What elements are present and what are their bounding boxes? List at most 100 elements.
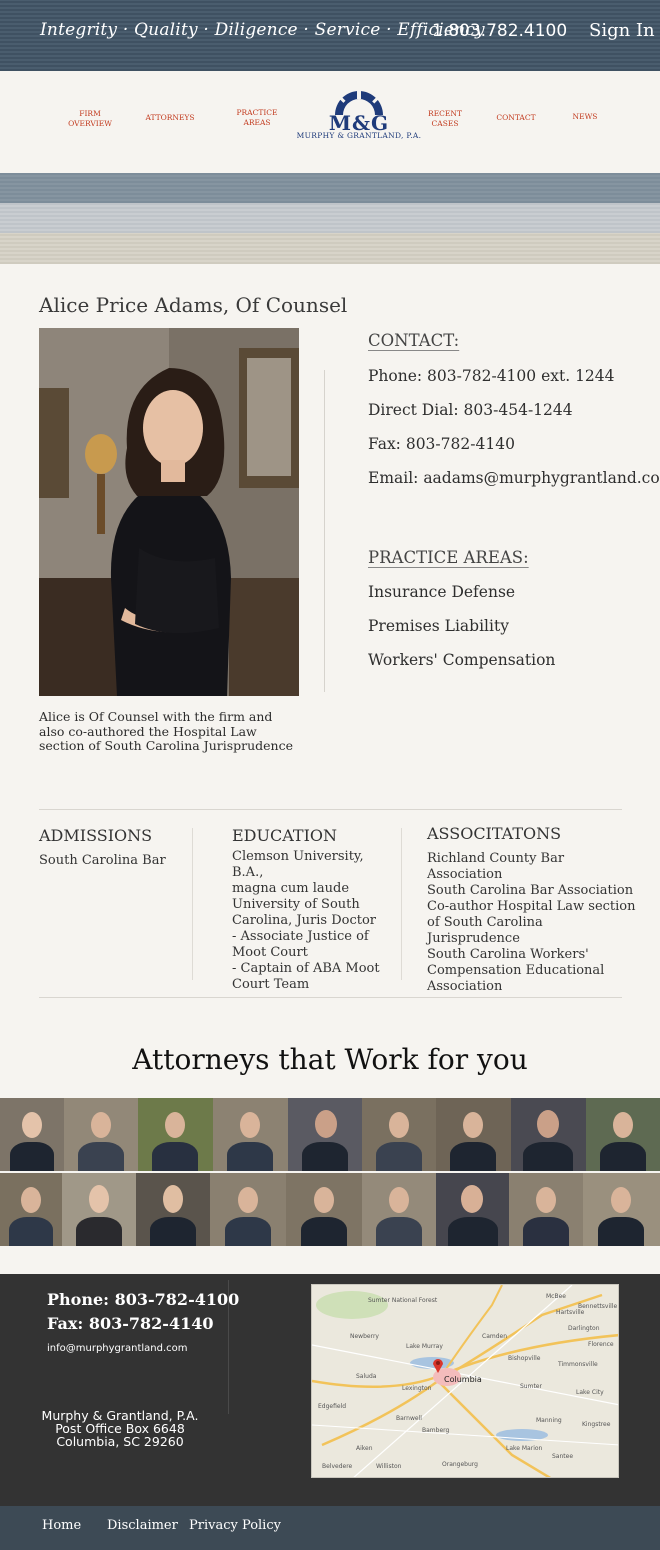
map-label: Timmonsville (558, 1361, 598, 1368)
attorney-thumbnail[interactable] (436, 1173, 509, 1246)
map-label: Barnwell (396, 1415, 422, 1422)
map-label: Kingstree (582, 1421, 611, 1428)
footer-disclaimer-link[interactable]: Disclaimer (107, 1518, 178, 1533)
attorney-thumbnail[interactable] (136, 1173, 210, 1246)
column-divider (192, 828, 193, 980)
footer-email-link[interactable]: info@murphygrantland.com (47, 1343, 188, 1354)
education-body: Clemson University, B.A., magna cum laud… (232, 849, 392, 993)
nav-news[interactable]: NEWS (555, 112, 615, 122)
map-label: Darlington (568, 1325, 600, 1332)
slogan: Integrity · Quality · Diligence · Servic… (40, 20, 485, 40)
map-label: Orangeburg (442, 1461, 478, 1468)
logo-firm-name: MURPHY & GRANTLAND, P.A. (296, 131, 422, 140)
nav-practice-areas-line2: AREAS (243, 118, 271, 127)
map-label: Sumter National Forest (368, 1297, 438, 1304)
contact-heading: CONTACT: (368, 331, 460, 350)
header-phone: 1.803.782.4100 (432, 21, 568, 41)
practice-areas-heading: PRACTICE AREAS: (368, 548, 529, 567)
map-label: Santee (552, 1453, 574, 1460)
associations-heading: ASSOCITATONS (427, 824, 562, 843)
attorney-name-title: Alice Price Adams, Of Counsel (39, 293, 348, 317)
attorney-bio: Alice is Of Counsel with the firm and al… (39, 709, 294, 753)
attorney-thumbnail[interactable] (0, 1173, 62, 1246)
credentials-top-rule (39, 809, 622, 810)
nav-recent-cases[interactable]: RECENT CASES (415, 109, 475, 129)
attorney-thumbnail[interactable] (511, 1098, 586, 1171)
banner-band-top (0, 173, 660, 203)
map-label: Florence (588, 1341, 614, 1348)
footer-home-link[interactable]: Home (42, 1518, 81, 1533)
nav-contact[interactable]: CONTACT (486, 113, 546, 123)
attorney-thumbnail[interactable] (586, 1098, 660, 1171)
map-label: Belvedere (322, 1463, 353, 1470)
attorney-portrait-image (39, 328, 299, 696)
attorney-thumbnail[interactable] (362, 1173, 436, 1246)
admissions-heading: ADMISSIONS (39, 826, 153, 845)
map-label: Hartsville (556, 1309, 585, 1316)
address-line: Columbia, SC 29260 (56, 1434, 184, 1449)
nav-practice-areas[interactable]: PRACTICE AREAS (227, 108, 287, 128)
association-line: South Carolina Bar Association (427, 883, 634, 898)
map-label: Lake City (576, 1389, 604, 1396)
attorney-thumbnail[interactable] (0, 1098, 64, 1171)
association-line: South Carolina Workers' (427, 947, 589, 962)
header-banner (0, 173, 660, 264)
contact-direct-dial: Direct Dial: 803-454-1244 (368, 401, 573, 419)
education-line: magna cum laude (232, 881, 350, 896)
footer-fax: Fax: 803-782-4140 (47, 1314, 214, 1333)
contact-phone: Phone: 803-782-4100 ext. 1244 (368, 367, 615, 385)
map-label: Bamberg (422, 1427, 450, 1434)
banner-band-bottom (0, 233, 660, 264)
profile-divider (324, 370, 325, 692)
nav-recent-cases-line1: RECENT (428, 109, 462, 118)
education-line: Clemson University, B.A., (232, 849, 364, 880)
education-line: Carolina, Juris Doctor (232, 913, 376, 928)
attorney-thumbnail[interactable] (210, 1173, 286, 1246)
education-line: Moot Court (232, 945, 308, 960)
association-line: Richland County Bar Association (427, 851, 565, 882)
main-nav: FIRM OVERVIEW ATTORNEYS PRACTICE AREAS M… (0, 71, 660, 173)
sign-in-link[interactable]: Sign In (589, 20, 655, 41)
map-label: Sumter (520, 1383, 542, 1390)
attorney-photo (39, 328, 299, 696)
contact-email[interactable]: Email: aadams@murphygrantland.com (368, 469, 660, 487)
association-line: Co-author Hospital Law section (427, 899, 636, 914)
education-line: University of South (232, 897, 360, 912)
nav-firm-overview-line1: FIRM (79, 109, 101, 118)
association-line: Compensation Educational (427, 963, 605, 978)
attorney-thumbnail[interactable] (362, 1098, 436, 1171)
practice-area-item: Insurance Defense (368, 583, 516, 601)
education-line: - Captain of ABA Moot (232, 961, 380, 976)
attorney-gallery (0, 1098, 660, 1246)
attorney-thumbnail[interactable] (62, 1173, 136, 1246)
education-line: - Associate Justice of (232, 929, 369, 944)
map-label: Lake Marion (506, 1445, 543, 1452)
location-map[interactable]: Sumter National Forest Columbia Sumter C… (311, 1284, 619, 1478)
nav-firm-overview[interactable]: FIRM OVERVIEW (60, 109, 120, 129)
practice-area-item: Workers' Compensation (368, 651, 556, 669)
map-pin-icon (432, 1357, 444, 1373)
footer-phone: Phone: 803-782-4100 (47, 1290, 240, 1309)
nav-attorneys[interactable]: ATTORNEYS (140, 113, 200, 123)
footer-privacy-link[interactable]: Privacy Policy (189, 1518, 281, 1533)
contact-fax: Fax: 803-782-4140 (368, 435, 515, 453)
attorney-thumbnail[interactable] (138, 1098, 213, 1171)
map-label: McBee (546, 1293, 566, 1300)
education-line: Court Team (232, 977, 310, 992)
bottom-nav-bar (0, 1506, 660, 1550)
firm-logo[interactable]: M&G MURPHY & GRANTLAND, P.A. (290, 91, 428, 143)
education-heading: EDUCATION (232, 826, 338, 845)
map-label: Lake Murray (406, 1343, 443, 1350)
map-label: Williston (376, 1463, 402, 1470)
credentials-bottom-rule (39, 997, 622, 998)
banner-band-middle (0, 203, 660, 233)
attorney-thumbnail[interactable] (286, 1173, 362, 1246)
attorney-thumbnail[interactable] (509, 1173, 583, 1246)
association-line: of South Carolina Jurisprudence (427, 915, 543, 946)
attorney-thumbnail[interactable] (288, 1098, 362, 1171)
attorney-thumbnail[interactable] (436, 1098, 511, 1171)
attorney-thumbnail[interactable] (583, 1173, 660, 1246)
attorney-thumbnail[interactable] (213, 1098, 288, 1171)
practice-area-item: Premises Liability (368, 617, 509, 635)
attorney-thumbnail[interactable] (64, 1098, 138, 1171)
